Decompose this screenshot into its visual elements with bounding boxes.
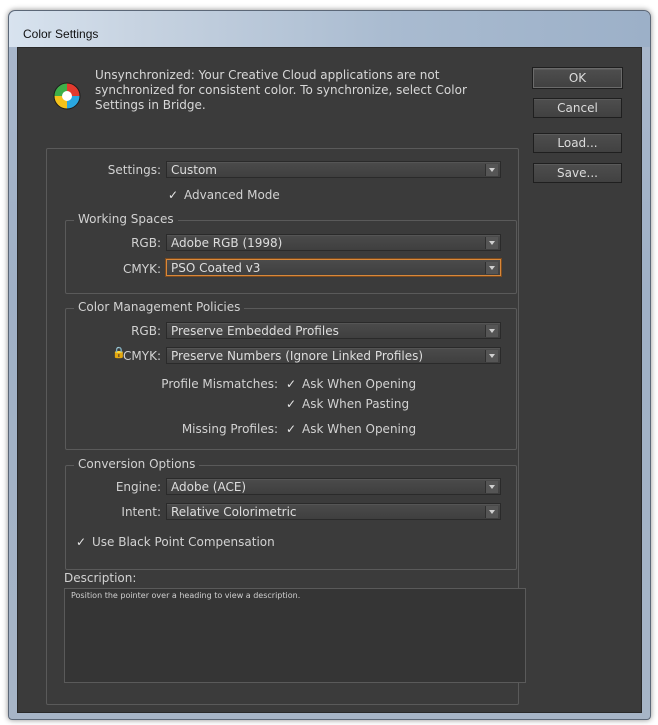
policy-cmyk-dropdown[interactable]: Preserve Numbers (Ignore Linked Profiles… [166, 347, 501, 364]
checkmark-icon: ✓ [76, 535, 87, 549]
color-wheel-icon [53, 82, 81, 110]
engine-label: Engine: [115, 480, 161, 494]
chevron-down-icon [485, 350, 498, 362]
conversion-title: Conversion Options [74, 457, 200, 471]
load-button[interactable]: Load... [533, 133, 622, 153]
intent-dropdown[interactable]: Relative Colorimetric [166, 503, 501, 520]
missing-ask-opening-checkbox[interactable]: ✓ Ask When Opening [286, 422, 416, 436]
policy-rgb-label: RGB: [131, 324, 161, 338]
save-button[interactable]: Save... [533, 163, 622, 183]
window-title: Color Settings [23, 27, 99, 41]
intent-label: Intent: [121, 505, 161, 519]
ok-button[interactable]: OK [532, 67, 623, 89]
policies-title: Color Management Policies [74, 300, 245, 314]
working-spaces-group: Working Spaces [65, 212, 517, 294]
ws-rgb-value: Adobe RGB (1998) [171, 236, 283, 250]
ws-rgb-label: RGB: [131, 236, 161, 250]
mismatch-ask-pasting-checkbox[interactable]: ✓ Ask When Pasting [286, 397, 409, 411]
advanced-mode-label: Advanced Mode [184, 188, 280, 202]
chevron-down-icon [485, 237, 498, 249]
ws-rgb-dropdown[interactable]: Adobe RGB (1998) [166, 234, 501, 251]
advanced-mode-checkbox[interactable]: ✓ Advanced Mode [168, 188, 280, 202]
engine-value: Adobe (ACE) [171, 480, 247, 494]
missing-ask-opening-label: Ask When Opening [302, 422, 417, 436]
policy-rgb-value: Preserve Embedded Profiles [171, 324, 339, 338]
mismatch-ask-opening-checkbox[interactable]: ✓ Ask When Opening [286, 377, 416, 391]
ws-cmyk-label: CMYK: [123, 262, 161, 276]
ws-cmyk-value: PSO Coated v3 [171, 261, 261, 275]
description-text: Position the pointer over a heading to v… [71, 591, 301, 600]
settings-label: Settings: [107, 163, 161, 177]
chevron-down-icon [485, 325, 498, 337]
description-label: Description: [64, 571, 137, 585]
title-bar[interactable]: Color Settings [9, 11, 650, 47]
engine-dropdown[interactable]: Adobe (ACE) [166, 478, 501, 495]
checkmark-icon: ✓ [286, 377, 297, 391]
color-settings-window: Color Settings Unsynchronized: Your Crea… [8, 10, 651, 720]
cancel-button[interactable]: Cancel [533, 98, 622, 118]
dialog-client-area: Unsynchronized: Your Creative Cloud appl… [17, 47, 642, 713]
policy-cmyk-value: Preserve Numbers (Ignore Linked Profiles… [171, 349, 424, 363]
mismatch-ask-pasting-label: Ask When Pasting [302, 397, 410, 411]
checkmark-icon: ✓ [168, 188, 179, 202]
chevron-down-icon [485, 506, 498, 518]
profile-mismatches-label: Profile Mismatches: [161, 377, 278, 391]
intent-value: Relative Colorimetric [171, 505, 297, 519]
missing-profiles-label: Missing Profiles: [181, 422, 278, 436]
settings-dropdown[interactable]: Custom [166, 161, 501, 178]
black-point-compensation-checkbox[interactable]: ✓ Use Black Point Compensation [76, 535, 275, 549]
black-point-compensation-label: Use Black Point Compensation [92, 535, 275, 549]
checkmark-icon: ✓ [286, 422, 297, 436]
ws-cmyk-dropdown[interactable]: PSO Coated v3 [166, 259, 501, 276]
policy-rgb-dropdown[interactable]: Preserve Embedded Profiles [166, 322, 501, 339]
chevron-down-icon [485, 481, 498, 493]
working-spaces-title: Working Spaces [74, 212, 178, 226]
description-box: Position the pointer over a heading to v… [64, 588, 526, 683]
settings-value: Custom [171, 163, 217, 177]
chevron-down-icon [485, 164, 498, 176]
checkmark-icon: ✓ [286, 397, 297, 411]
sync-message: Unsynchronized: Your Creative Cloud appl… [95, 68, 467, 112]
mismatch-ask-opening-label: Ask When Opening [302, 377, 417, 391]
policy-cmyk-label: CMYK: [123, 349, 161, 363]
chevron-down-icon [485, 262, 498, 274]
